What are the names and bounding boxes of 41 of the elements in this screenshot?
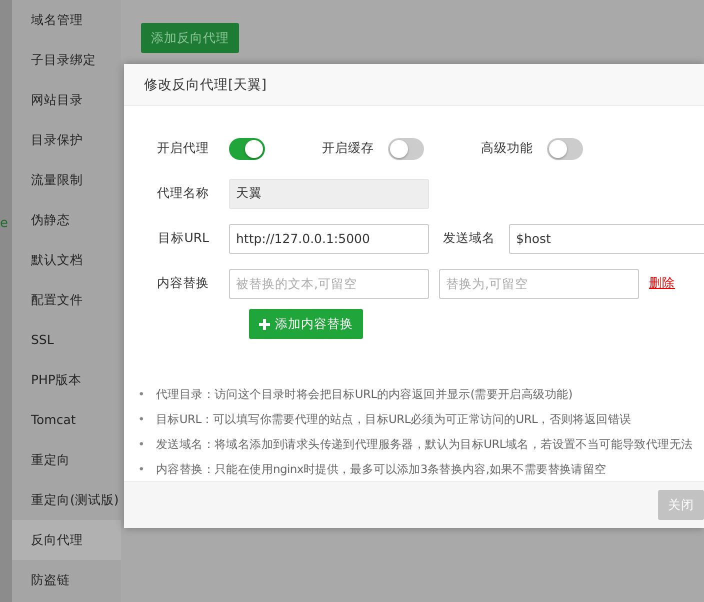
sidebar-item[interactable]: 目录保护 [12,120,121,160]
sidebar-item[interactable]: 重定向(测试版) [12,480,121,520]
switch-label: 开启代理 [156,139,210,158]
status-text: e [0,215,8,233]
toggle-switch[interactable] [388,138,424,160]
sidebar-item[interactable]: Tomcat [12,400,121,440]
plus-icon [259,318,270,330]
sidebar-item[interactable]: 子目录绑定 [12,40,121,80]
hint-text: 代理目录：访问这个目录时将会把目标URL的内容返回并显示(需要开启高级功能) [156,386,572,402]
sidebar-item[interactable]: 默认文档 [12,240,121,280]
toggle-switch[interactable] [547,138,583,160]
bullet-icon: • [138,410,156,426]
bullet-icon: • [138,460,156,476]
input-field[interactable]: 替换为,可留空 [439,268,639,298]
sidebar-item[interactable]: 伪静态 [12,200,121,240]
sidebar-item[interactable]: 网站目录 [12,80,121,120]
sidebar-item[interactable]: 域名管理 [12,0,121,40]
field-label: 目标URL [157,229,210,248]
delete-link[interactable]: 删除 [639,274,675,293]
switch-label: 开启缓存 [322,139,375,158]
sidebar-item[interactable]: 反向代理 [12,520,121,560]
field-label: 代理名称 [156,184,210,202]
sidebar-item[interactable]: 配置文件 [12,280,121,320]
dialog-title: 修改反向代理[天翼] [124,64,704,106]
hint-text: 目标URL：可以填写你需要代理的站点，目标URL必须为可正常访问的URL，否则将返回错误 [156,410,632,426]
hint-text: 发送域名：将域名添加到请求头传递到代理服务器，默认为目标URL域名，若设置不当可能导致代理无法 [156,436,693,452]
sidebar-item[interactable]: SSL [12,320,121,360]
field-label: 发送域名 [442,229,496,248]
field-label: 内容替换 [156,274,210,292]
hint-text: 内容替换：只能在使用nginx时提供，最多可以添加3条替换内容,如果不需要替换请留空 [156,460,606,476]
bullet-icon: • [138,386,156,402]
sidebar-item[interactable]: PHP版本 [12,360,121,400]
sidebar-item[interactable]: 流量限制 [12,160,121,200]
toggle-switch[interactable] [229,138,265,160]
sidebar-item[interactable]: 重定向 [12,440,121,480]
switch-label: 高级功能 [481,139,534,158]
sidebar-item[interactable]: 防盗链 [12,560,121,600]
bullet-icon: • [138,436,156,452]
url-field[interactable]: http://127.0.0.1:5000 [229,224,429,254]
input-field[interactable]: 被替换的文本,可留空 [229,268,429,298]
domain-field[interactable]: $host [509,224,704,254]
